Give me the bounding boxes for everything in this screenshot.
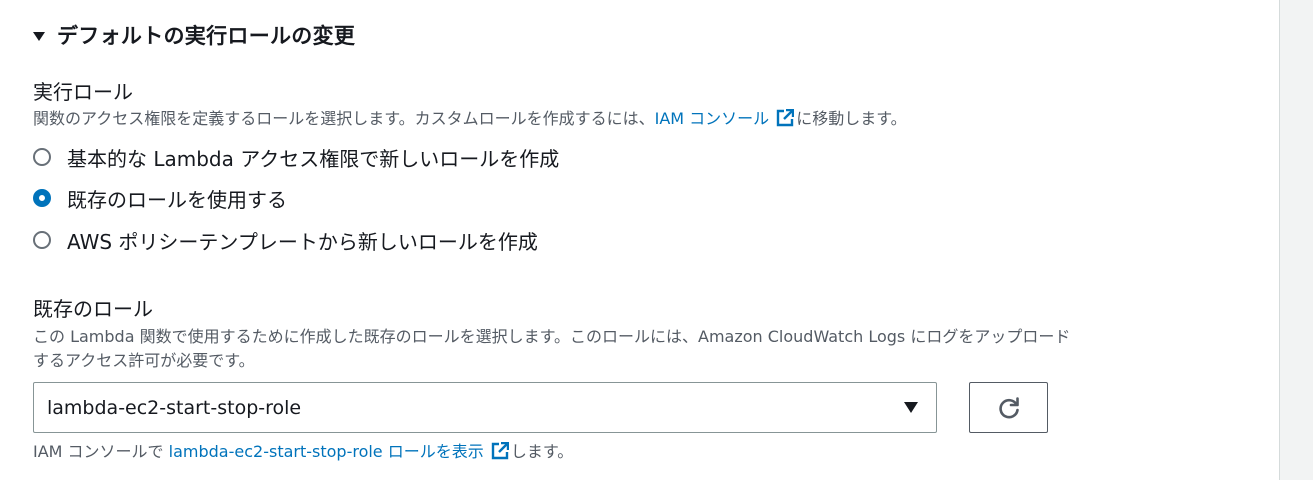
caret-down-icon [904, 402, 918, 413]
radio-option-label: 基本的な Lambda アクセス権限で新しいロールを作成 [67, 146, 560, 171]
section-header-change-default-role[interactable]: デフォルトの実行ロールの変更 [33, 20, 355, 50]
iam-console-link-label: IAM コンソール [654, 109, 770, 128]
radio-option-create-from-policy-template[interactable]: AWS ポリシーテンプレートから新しいロールを作成 [33, 226, 538, 254]
execution-role-description-text: 関数のアクセス権限を定義するロールを選択します。カスタムロールを作成するには、 [33, 109, 655, 128]
refresh-roles-button[interactable] [969, 382, 1048, 433]
radio-option-label: 既存のロールを使用する [67, 187, 287, 212]
refresh-icon [998, 396, 1019, 418]
existing-role-description-line2: するアクセス許可が必要です。 [33, 351, 255, 370]
existing-role-select[interactable]: lambda-ec2-start-stop-role [33, 382, 937, 433]
existing-role-description-line1: この Lambda 関数で使用するために作成した既存のロールを選択します。このロ… [33, 327, 1071, 346]
radio-button[interactable] [33, 231, 51, 249]
iam-console-link[interactable]: IAM コンソール [655, 109, 797, 128]
radio-option-use-existing-role[interactable]: 既存のロールを使用する [33, 184, 287, 212]
section-title: デフォルトの実行ロールの変更 [57, 24, 356, 48]
radio-option-label: AWS ポリシーテンプレートから新しいロールを作成 [67, 229, 538, 254]
external-link-icon [491, 442, 509, 460]
helper-text-prefix: IAM コンソールで [33, 442, 169, 461]
radio-button[interactable] [33, 148, 51, 166]
existing-role-description: この Lambda 関数で使用するために作成した既存のロールを選択します。このロ… [33, 325, 1070, 373]
function-settings-panel: デフォルトの実行ロールの変更 実行ロール 関数のアクセス権限を定義するロールを選… [0, 0, 1280, 480]
view-role-link[interactable]: lambda-ec2-start-stop-role ロールを表示 [169, 442, 511, 461]
execution-role-description-suffix: に移動します。 [796, 109, 907, 128]
external-link-icon [777, 109, 795, 127]
execution-role-description: 関数のアクセス権限を定義するロールを選択します。カスタムロールを作成するには、I… [33, 107, 907, 131]
radio-option-create-basic-role[interactable]: 基本的な Lambda アクセス権限で新しいロールを作成 [33, 143, 559, 171]
caret-down-icon [33, 31, 45, 41]
existing-role-label: 既存のロール [33, 297, 153, 321]
view-role-link-label: lambda-ec2-start-stop-role ロールを表示 [168, 442, 484, 461]
view-role-helper-text: IAM コンソールで lambda-ec2-start-stop-role ロー… [33, 440, 573, 464]
radio-button-checked[interactable] [33, 189, 51, 207]
helper-text-suffix: します。 [510, 442, 574, 461]
execution-role-label: 実行ロール [33, 80, 133, 104]
existing-role-select-value: lambda-ec2-start-stop-role [47, 396, 302, 419]
